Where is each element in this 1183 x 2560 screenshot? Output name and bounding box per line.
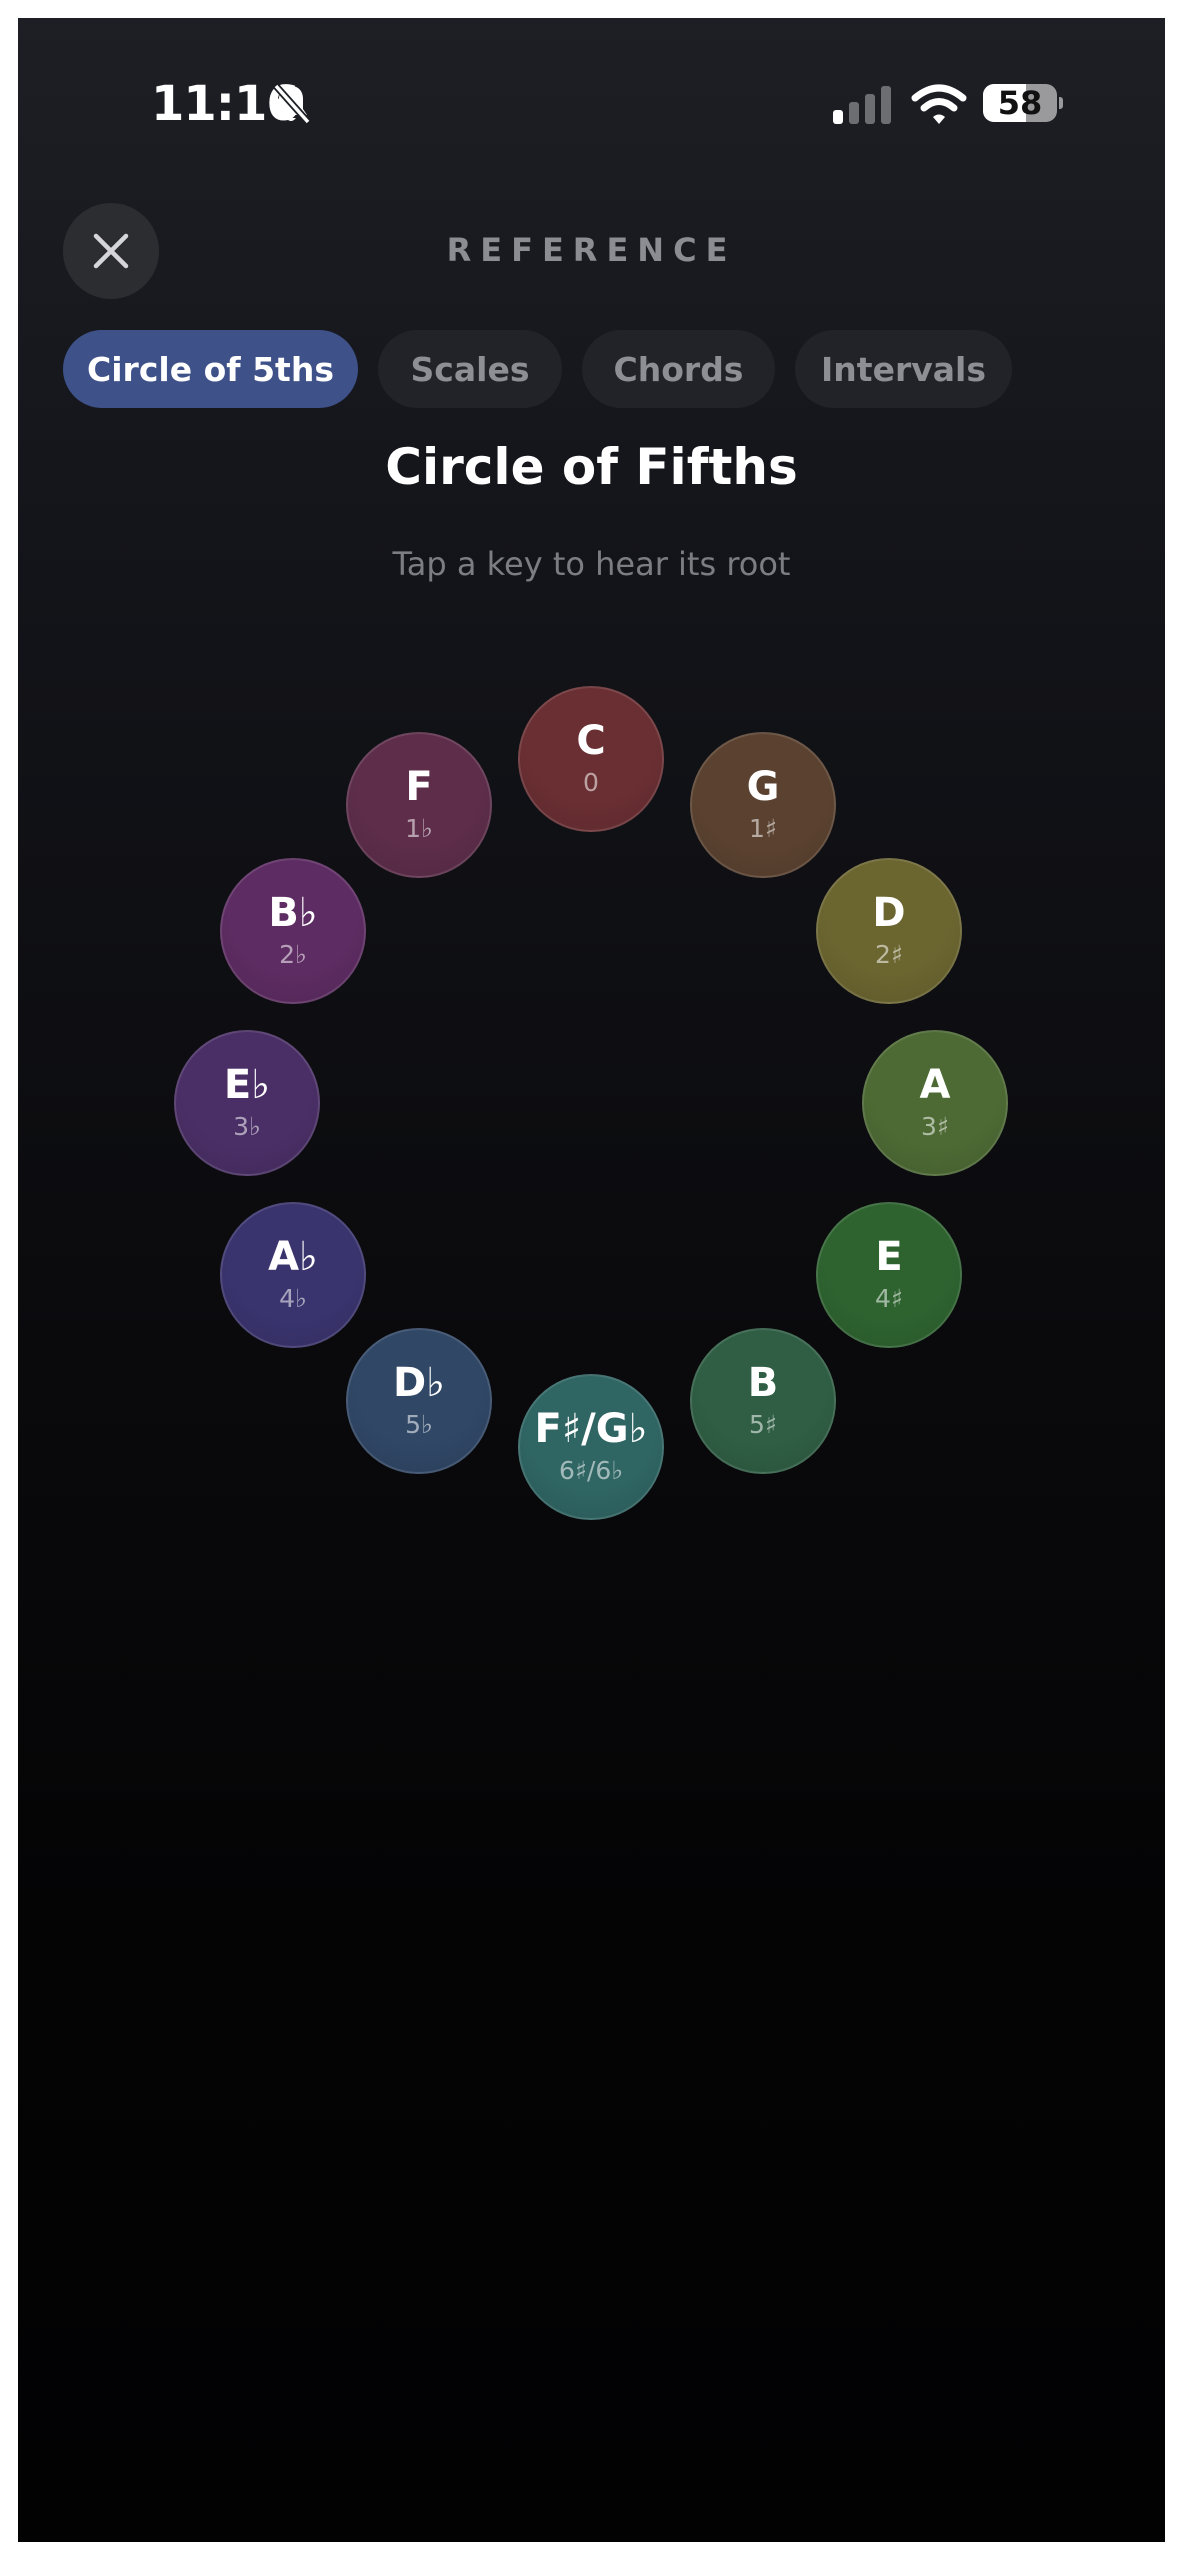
key-signature: 1♯ [748, 814, 777, 843]
key-name: D [872, 890, 906, 936]
battery-level: 58 [997, 84, 1043, 122]
key-signature: 6♯/6♭ [558, 1456, 624, 1485]
key-e[interactable]: E 4♯ [816, 1202, 962, 1348]
bell-slash-icon [273, 83, 311, 125]
page-title: Circle of Fifths [385, 438, 798, 496]
key-name: G [746, 764, 780, 810]
wifi-icon [911, 84, 967, 124]
cellular-signal-icon [833, 86, 891, 124]
key-name: A♭ [268, 1234, 318, 1280]
key-name: D♭ [392, 1360, 446, 1406]
tab-intervals[interactable]: Intervals [795, 330, 1012, 408]
screen: 11:16 58 REFERENCE Circle of 5ths Scales… [18, 18, 1165, 2542]
key-b-flat[interactable]: B♭ 2♭ [220, 858, 366, 1004]
key-signature: 0 [583, 768, 599, 797]
key-f[interactable]: F 1♭ [346, 732, 492, 878]
key-d[interactable]: D 2♯ [816, 858, 962, 1004]
battery-tip [1059, 97, 1063, 109]
key-d-flat[interactable]: D♭ 5♭ [346, 1328, 492, 1474]
key-signature: 4♭ [279, 1284, 307, 1313]
key-name: B♭ [268, 890, 318, 936]
tab-scales[interactable]: Scales [378, 330, 562, 408]
key-a[interactable]: A 3♯ [862, 1030, 1008, 1176]
header-title: REFERENCE [446, 231, 737, 269]
key-b[interactable]: B 5♯ [690, 1328, 836, 1474]
key-g[interactable]: G 1♯ [690, 732, 836, 878]
tab-chords[interactable]: Chords [582, 330, 775, 408]
key-signature: 2♭ [279, 940, 307, 969]
key-signature: 5♯ [748, 1410, 777, 1439]
key-a-flat[interactable]: A♭ 4♭ [220, 1202, 366, 1348]
key-name: B [747, 1360, 779, 1406]
key-name: F♯/G♭ [534, 1406, 648, 1452]
key-c[interactable]: C 0 [518, 686, 664, 832]
key-name: C [576, 718, 606, 764]
key-e-flat[interactable]: E♭ 3♭ [174, 1030, 320, 1176]
key-name: A [919, 1062, 951, 1108]
battery-indicator: 58 [983, 84, 1063, 122]
key-name: E [875, 1234, 903, 1280]
key-f-sharp-g-flat[interactable]: F♯/G♭ 6♯/6♭ [518, 1374, 664, 1520]
key-signature: 3♭ [233, 1112, 261, 1141]
key-signature: 3♯ [920, 1112, 949, 1141]
key-name: E♭ [223, 1062, 271, 1108]
key-signature: 5♭ [405, 1410, 433, 1439]
battery-body: 58 [983, 84, 1057, 122]
key-signature: 2♯ [874, 940, 903, 969]
page-subtitle: Tap a key to hear its root [392, 545, 791, 583]
key-signature: 1♭ [405, 814, 433, 843]
tab-circle-of-5ths[interactable]: Circle of 5ths [63, 330, 358, 408]
key-signature: 4♯ [874, 1284, 903, 1313]
key-name: F [405, 764, 433, 810]
